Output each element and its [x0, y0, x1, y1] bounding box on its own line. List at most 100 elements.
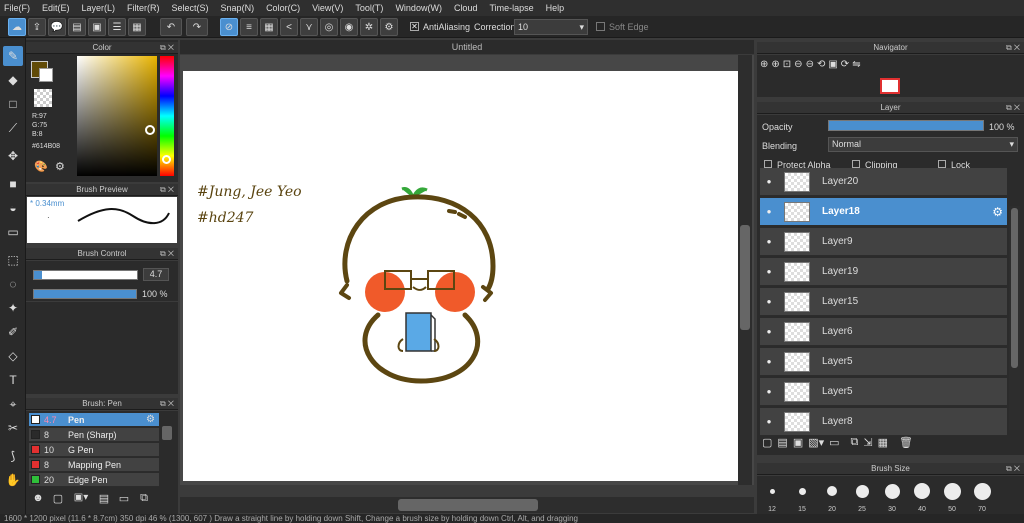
vertical-scrollbar[interactable]	[738, 55, 752, 485]
brush-size-preset[interactable]	[769, 488, 775, 494]
panel-close-icon[interactable]: ⧉ ✕	[160, 184, 174, 196]
gear-icon[interactable]: ⚙	[992, 205, 1003, 219]
lock-checkbox[interactable]	[938, 160, 946, 168]
duplicate-layer-icon[interactable]: ⧉	[851, 436, 859, 449]
eraser-tool-icon[interactable]: ◆	[3, 70, 23, 90]
operation-tool-icon[interactable]: ⌖	[3, 394, 23, 414]
lasso-icon[interactable]: ◌	[3, 274, 23, 294]
menu-item[interactable]: Window(W)	[395, 3, 442, 13]
palette-icon[interactable]: 🎨	[34, 160, 48, 173]
brush-size-preset[interactable]	[914, 483, 930, 499]
visibility-icon[interactable]: ●	[764, 357, 774, 366]
clear-layer-icon[interactable]: ▦	[878, 436, 888, 449]
brush-size-value[interactable]: 4.7	[143, 268, 169, 281]
drawing-canvas[interactable]: #Jung, Jee Yeo #hd247	[183, 71, 738, 481]
eyedropper-icon[interactable]: ⟆	[3, 446, 23, 466]
layer-row[interactable]: ● Layer6	[760, 318, 1007, 346]
magic-wand-icon[interactable]: ✦	[3, 298, 23, 318]
brush-size-preset[interactable]	[884, 483, 900, 499]
soft-edge-checkbox[interactable]	[596, 22, 605, 31]
zoom-in-alt-icon[interactable]: ⊕	[771, 59, 779, 70]
copy-layer-icon[interactable]: ▣	[793, 436, 803, 449]
move-tool-icon[interactable]: ✥	[3, 146, 23, 166]
zoom-out-icon[interactable]: ⊖	[794, 59, 802, 70]
undo-icon[interactable]: ↶	[160, 18, 182, 36]
visibility-icon[interactable]: ●	[764, 207, 774, 216]
menu-item[interactable]: Select(S)	[172, 3, 209, 13]
brush-skull-icon[interactable]: ☻	[30, 492, 46, 508]
brush-size-preset[interactable]	[973, 482, 991, 500]
vertical-scroll-thumb[interactable]	[740, 225, 750, 330]
snap-radial-icon[interactable]: <	[280, 18, 298, 36]
zoom-out-alt-icon[interactable]: ⊖	[806, 59, 814, 70]
brush-tool-icon[interactable]: ✎	[3, 46, 23, 66]
brush-list-item[interactable]: 20 Edge Pen	[29, 473, 159, 487]
fill-rect-tool-icon[interactable]: ■	[3, 174, 23, 194]
new-layer-alt-icon[interactable]: ▤	[777, 436, 787, 449]
snap-parallel-icon[interactable]: ≡	[240, 18, 258, 36]
menu-item[interactable]: Help	[546, 3, 565, 13]
redo-icon[interactable]: ↷	[186, 18, 208, 36]
layer-row[interactable]: ● Layer20	[760, 168, 1007, 196]
brush-list-item[interactable]: 4.7 Pen ⚙	[29, 413, 159, 427]
menu-item[interactable]: File(F)	[4, 3, 30, 13]
layer-row[interactable]: ● Layer19	[760, 258, 1007, 286]
menu-item[interactable]: Edit(E)	[42, 3, 70, 13]
horizontal-scroll-thumb[interactable]	[398, 499, 538, 511]
new-brush-icon[interactable]: ▢	[50, 492, 66, 508]
horizontal-scrollbar[interactable]	[180, 497, 754, 513]
divide-tool-icon[interactable]: ✂	[3, 418, 23, 438]
brush-list-item[interactable]: 8 Mapping Pen	[29, 458, 159, 472]
saturation-value-picker[interactable]	[77, 56, 157, 176]
brush-size-preset[interactable]	[798, 487, 806, 495]
gear-icon[interactable]: ⚙	[146, 414, 155, 425]
rotate-left-icon[interactable]: ⟲	[817, 59, 825, 70]
hand-tool-icon[interactable]: ✋	[3, 470, 23, 490]
antialias-checkbox[interactable]: ✕	[410, 22, 419, 31]
menu-item[interactable]: View(V)	[312, 3, 343, 13]
transparent-color-icon[interactable]	[34, 89, 52, 107]
panel-close-icon[interactable]: ⧉ ✕	[160, 42, 174, 54]
trash-icon[interactable]: 🗑	[899, 436, 913, 449]
brush-opacity-slider[interactable]	[33, 289, 137, 299]
visibility-icon[interactable]: ●	[764, 267, 774, 276]
brush-folder-icon[interactable]: ▭	[116, 492, 132, 508]
snap-circle-icon[interactable]: ◎	[320, 18, 338, 36]
brush-size-preset[interactable]	[855, 484, 869, 498]
export-icon[interactable]: ⇪	[28, 18, 46, 36]
chat-icon[interactable]: 💬	[48, 18, 66, 36]
layer-row[interactable]: ● Layer15	[760, 288, 1007, 316]
grid-icon[interactable]: ▦	[128, 18, 146, 36]
cloud-icon[interactable]: ☁	[8, 18, 26, 36]
snap-settings-icon[interactable]: ⚙	[380, 18, 398, 36]
menu-item[interactable]: Snap(N)	[221, 3, 255, 13]
correction-select[interactable]: 10 ▾	[514, 19, 588, 35]
menu-item[interactable]: Time-lapse	[489, 3, 533, 13]
color-picker-handle[interactable]	[145, 125, 155, 135]
list-icon[interactable]: ☰	[108, 18, 126, 36]
panel-close-icon[interactable]: ⧉ ✕	[1006, 463, 1020, 475]
snap-concentric-icon[interactable]: ◉	[340, 18, 358, 36]
hue-handle[interactable]	[162, 155, 171, 164]
visibility-icon[interactable]: ●	[764, 327, 774, 336]
canvas-tab-title[interactable]: Untitled	[180, 40, 754, 54]
bucket-tool-icon[interactable]: ◒	[3, 198, 23, 218]
visibility-icon[interactable]: ●	[764, 177, 774, 186]
brush-size-preset[interactable]	[943, 482, 961, 500]
text-tool-icon[interactable]: T	[3, 370, 23, 390]
layer-scrollbar[interactable]	[1009, 206, 1020, 430]
gradient-tool-icon[interactable]: ▭	[3, 222, 23, 242]
select-eraser-icon[interactable]: ◇	[3, 346, 23, 366]
canvas-area[interactable]: #Jung, Jee Yeo #hd247	[180, 55, 754, 485]
select-pen-icon[interactable]: ✐	[3, 322, 23, 342]
duplicate-brush-icon[interactable]: ⧉	[136, 492, 152, 508]
document-icon[interactable]: ▤	[68, 18, 86, 36]
select-rect-icon[interactable]: ⬚	[3, 250, 23, 270]
layer-opacity-slider[interactable]	[828, 120, 984, 131]
menu-item[interactable]: Color(C)	[266, 3, 300, 13]
snap-off-icon[interactable]: ⊘	[220, 18, 238, 36]
panel-close-icon[interactable]: ⧉ ✕	[1006, 102, 1020, 114]
brush-size-slider[interactable]	[33, 270, 138, 280]
brush-list-item[interactable]: 10 G Pen	[29, 443, 159, 457]
panel-close-icon[interactable]: ⧉ ✕	[1006, 42, 1020, 54]
